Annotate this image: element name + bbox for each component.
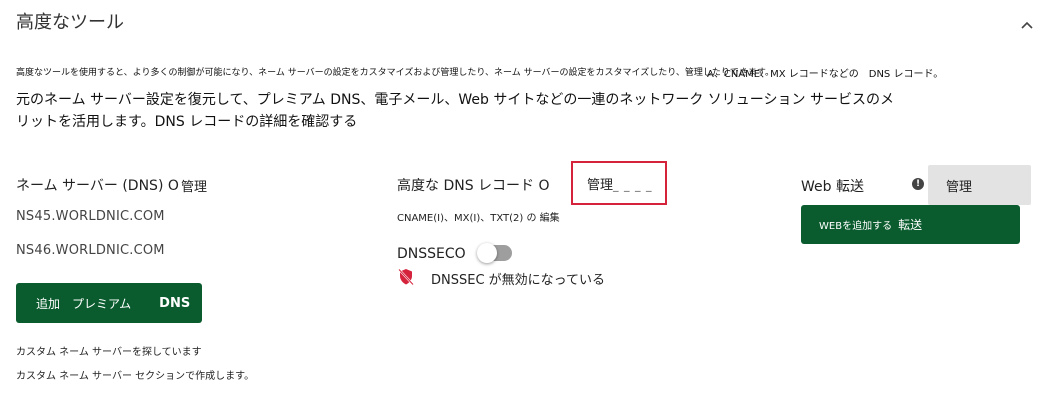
section-title: 高度なツール: [16, 12, 124, 33]
description-main: 元のネーム サーバー設定を復元して、プレミアム DNS、電子メール、Web サイ…: [16, 92, 894, 130]
dnssec-toggle[interactable]: [477, 243, 512, 263]
dns-edit-note: CNAME(I)、MX(I)、TXT(2) の 編集: [397, 213, 560, 224]
web-forwarding-manage-label: 管理: [946, 179, 973, 195]
nameservers-label: ネーム サーバー (DNS) O: [16, 178, 179, 194]
add-web-forwarding-prefix: WEBを追加する: [819, 221, 893, 232]
add-web-forwarding-suffix: 転送: [898, 218, 923, 232]
custom-ns-note-2: カスタム ネーム サーバー セクションで作成します。: [16, 371, 255, 382]
chevron-up-icon[interactable]: [1020, 18, 1034, 32]
add-premium-dns-bold: DNS: [159, 295, 191, 311]
manage-dashes: _ _ _ _: [613, 179, 653, 192]
web-forwarding-label: Web 転送: [801, 179, 864, 195]
advanced-dns-manage-link[interactable]: 管理_ _ _ _: [587, 174, 653, 193]
nameserver-2: NS46.WORLDNIC.COM: [16, 243, 165, 258]
dnssec-toggle-knob: [477, 243, 497, 263]
info-icon[interactable]: !: [912, 178, 924, 190]
add-premium-dns-label: 追加 プレミアム: [36, 296, 132, 311]
nameserver-1: NS45.WORLDNIC.COM: [16, 209, 165, 224]
web-forwarding-manage-button[interactable]: 管理: [928, 165, 1031, 205]
dnssec-label: DNSSECO: [397, 246, 466, 262]
add-web-forwarding-button[interactable]: WEBを追加する 転送: [801, 205, 1020, 244]
add-premium-dns-button[interactable]: 追加 プレミアム DNS: [16, 283, 202, 323]
advanced-dns-manage-label: 管理: [587, 178, 614, 193]
shield-off-icon: [398, 268, 414, 286]
custom-ns-note-1: カスタム ネーム サーバーを探しています: [16, 347, 202, 358]
advanced-dns-label: 高度な DNS レコード O: [397, 178, 550, 194]
nameservers-manage-link[interactable]: 管理: [181, 176, 207, 195]
description-record-types: A、CNAME、MX レコードなどの DNS レコード。: [707, 69, 944, 80]
dnssec-status: DNSSEC が無効になっている: [431, 273, 606, 288]
description-small: 高度なツールを使用すると、より多くの制御が可能になり、ネーム サーバーの設定をカ…: [16, 68, 774, 78]
